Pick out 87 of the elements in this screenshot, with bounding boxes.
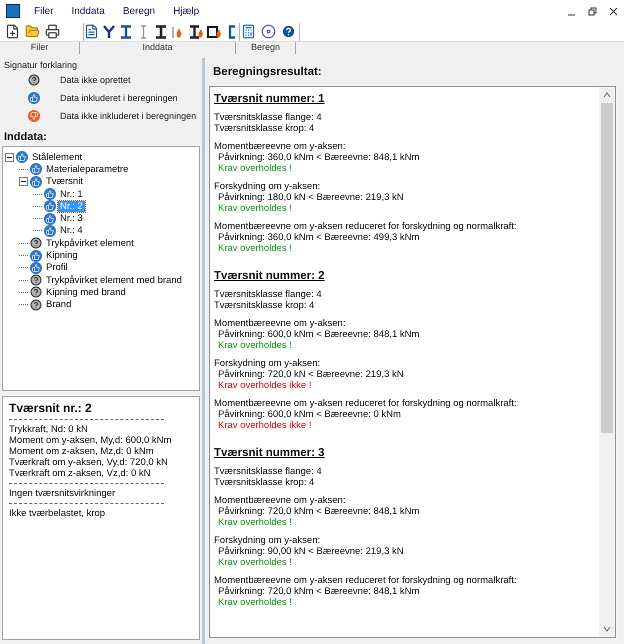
check-verdict: Krav overholdes ! [217,340,293,351]
check-values: Påvirkning: 180,0 kN < Bæreevne: 219,3 kN [217,192,405,203]
tree-item[interactable]: Nr.: 3 [58,213,85,224]
check-heading: Momentbæreevne om y-aksen: [214,318,346,329]
check-values: Påvirkning: 360,0 kNm < Bæreevne: 499,3 kNm [217,232,420,243]
new-file-icon[interactable] [4,23,21,40]
fire-beam-icon[interactable] [188,23,204,40]
tree-item[interactable]: Kipning med brand [44,286,128,298]
check-values: Påvirkning: 600,0 kNm < Bæreevne: 0 kNm [217,409,402,420]
close-icon[interactable] [609,6,618,16]
details-line: Tværkraft om y-aksen, Vy,d: 720,0 kN [9,457,169,468]
tree-item[interactable]: Materialeparametre [44,164,130,175]
panel-title: Beregningsresultat: [212,65,323,80]
details-title: Tværsnit nr.: 2 [9,401,93,415]
restore-icon[interactable] [588,6,597,16]
result-line: Tværsnitsklasse flange: 4 [214,289,323,300]
i-beam-icon[interactable] [119,23,134,40]
details-line: Ingen tværsnitsvirkninger [9,488,116,499]
section-title: Tværsnit nummer: 3 [214,447,326,459]
check-heading: Momentbæreevne om y-aksen: [214,141,346,152]
check-heading: Momentbæreevne om y-aksen reduceret for forskydning og normalkraft: [214,575,518,586]
check-values: Påvirkning: 720,0 kNm < Bæreevne: 848,1 kNm [217,586,420,597]
collapse-icon[interactable] [5,152,14,162]
tree-item[interactable]: Stålelement [30,152,84,163]
tree-item[interactable]: Brand [44,299,74,310]
check-verdict: Krav overholdes ! [217,243,293,254]
check-verdict: Krav overholdes ikke ! [217,420,312,431]
collapse-icon[interactable] [19,177,28,186]
help-icon[interactable] [280,23,297,40]
tree-item[interactable]: Nr.: 1 [58,188,85,200]
tree-item[interactable]: Tværsnit [44,176,85,188]
toolbar-group-label: Beregn [236,42,296,54]
section-title: Tværsnit nummer: 1 [214,93,326,105]
tree-item[interactable]: Trykpåvirket element [44,238,136,249]
toolbar-group-label: Filer [0,42,80,54]
legend-title: Signatur forklaring [4,60,78,70]
check-heading: Momentbæreevne om y-aksen reduceret for forskydning og normalkraft: [214,221,518,232]
check-values: Påvirkning: 720,0 kN < Bæreevne: 219,3 kN [217,369,405,380]
check-heading: Forskydning om y-aksen: [214,535,322,546]
check-verdict: Krav overholdes ! [217,557,293,568]
result-line: Tværsnitsklasse flange: 4 [214,112,323,123]
check-verdict: Krav overholdes ! [217,203,293,214]
check-heading: Forskydning om y-aksen: [214,181,322,192]
printer-icon[interactable] [44,23,61,40]
legend-label: Data inkluderet i beregningen [60,93,178,103]
tree-item[interactable]: Trykpåvirket element med brand [44,274,184,286]
check-heading: Forskydning om y-aksen: [214,358,322,369]
section-title: Tværsnit nummer: 2 [214,270,326,282]
check-verdict: Krav overholdes ! [217,517,293,528]
menu-item[interactable]: Inddata [67,6,109,16]
tree-item[interactable]: Profil [44,262,70,274]
menu-item[interactable]: Filer [30,6,58,16]
check-values: Påvirkning: 600,0 kNm < Bæreevne: 848,1 kNm [217,329,420,340]
panel-title: Inddata: [3,130,48,145]
toolbar-group-label: Inddata [80,42,236,54]
check-values: Påvirkning: 90,00 kN < Bæreevne: 219,3 kN [217,546,405,557]
check-verdict: Krav overholdes ikke ! [217,380,312,391]
details-line: Trykkraft, Nd: 0 kN [9,424,89,435]
check-heading: Momentbæreevne om y-aksen: [214,495,346,506]
result-line: Tværsnitsklasse krop: 4 [214,300,316,311]
fire-box-icon[interactable] [206,23,222,40]
result-line: Tværsnitsklasse krop: 4 [214,477,316,488]
tree-item[interactable]: Kipning [44,250,80,262]
check-verdict: Krav overholdes ! [217,163,293,174]
scroll-down-icon[interactable] [603,625,611,633]
legend-label: Data ikke oprettet [60,75,131,85]
check-values: Påvirkning: 720,0 kNm < Bæreevne: 848,1 kNm [217,506,420,517]
scroll-up-icon[interactable] [603,91,611,99]
result-line: Tværsnitsklasse flange: 4 [214,466,323,477]
check-verdict: Krav overholdes ! [217,597,293,608]
result-line: Tværsnitsklasse krop: 4 [214,123,316,134]
details-line: Tværkraft om z-aksen, Vz,d: 0 kN [9,468,152,479]
menu-item[interactable]: Hjælp [169,6,204,16]
beam-icon[interactable] [154,23,168,40]
menu-item[interactable]: Beregn [118,6,160,16]
y-profile-icon[interactable] [102,23,116,40]
check-values: Påvirkning: 360,0 kNm < Bæreevne: 848,1 kNm [217,152,420,163]
calculator-icon[interactable] [240,23,257,40]
details-line: Moment om z-aksen, Mz,d: 0 kNm [9,446,155,457]
disc-icon[interactable] [260,23,277,40]
legend-label: Data ikke inkluderet i beregningen [60,111,196,121]
check-heading: Momentbæreevne om y-aksen reduceret for forskydning og normalkraft: [214,398,518,409]
details-line: Moment om y-aksen, My,d: 600,0 kNm [9,435,172,446]
document-icon[interactable] [84,23,99,40]
app-icon [6,4,20,18]
details-line: Ikke tværbelastet, krop [9,508,106,519]
tree-item[interactable]: Nr.: 4 [58,225,85,236]
